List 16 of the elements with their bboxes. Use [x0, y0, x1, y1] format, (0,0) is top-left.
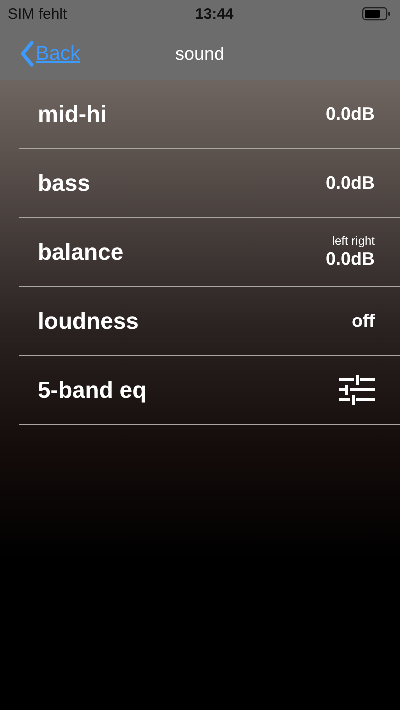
chevron-icon	[20, 41, 34, 67]
screen-title: sound	[175, 44, 225, 64]
settings-row[interactable]: 5-band eq	[19, 356, 400, 425]
value-text: 0.0dB	[326, 249, 375, 270]
caption-text: left right	[332, 234, 375, 248]
value-text: 0.0dB	[326, 104, 375, 124]
settings-row[interactable]: balance left right 0.0dB	[19, 218, 400, 287]
carrier-text: SIM fehlt	[8, 6, 68, 22]
settings-row[interactable]: bass 0.0dB	[19, 149, 400, 218]
settings-row[interactable]: mid-hi 0.0dB	[19, 80, 400, 149]
settings-row[interactable]: loudness off	[19, 287, 400, 356]
battery-icon	[362, 7, 392, 21]
value-text: 0.0dB	[326, 172, 375, 194]
clock-time: 13:44	[195, 6, 234, 22]
value-text: off	[352, 310, 375, 332]
sliders-icon	[339, 375, 375, 405]
